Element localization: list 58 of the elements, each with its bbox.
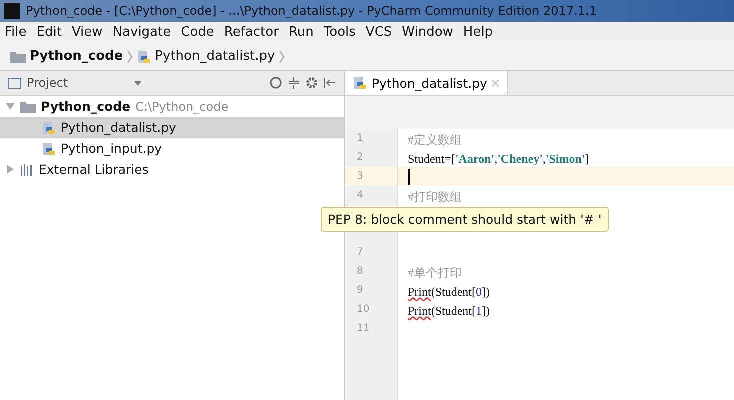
code-line: Print(Student[1]) <box>408 303 490 319</box>
text-cursor <box>408 168 410 184</box>
menu-item[interactable]: Tools <box>324 25 356 40</box>
breadcrumb-item[interactable]: Python_datalist.py <box>155 49 276 64</box>
tree-item-label: Python_input.py <box>61 141 162 156</box>
code-line: Student=['Aaron','Cheney','Simon'] <box>408 151 590 167</box>
code-line: #打印数组 <box>408 188 462 206</box>
hide-panel-icon[interactable] <box>324 77 336 89</box>
line-number: 2 <box>356 151 364 165</box>
tooltip: PEP 8: block comment should start with '# ' <box>321 207 609 232</box>
folder-icon <box>10 50 26 62</box>
code-line: #单个打印 <box>408 264 462 282</box>
menu-item[interactable]: Code <box>181 25 214 40</box>
folder-path: C:\Python_code <box>136 100 229 114</box>
python-file-icon <box>137 50 152 64</box>
menu-item[interactable]: Run <box>288 25 314 40</box>
line-number: 10 <box>356 303 371 317</box>
editor-tab[interactable]: Python_datalist.py <box>345 71 508 95</box>
tree-item[interactable]: Python_datalist.py <box>0 117 344 138</box>
menu-item[interactable]: VCS <box>366 25 392 40</box>
line-number: 4 <box>356 189 364 203</box>
line-number: 9 <box>356 284 364 298</box>
library-icon <box>20 164 34 176</box>
app-logo-icon <box>4 3 20 19</box>
panel-title[interactable]: Project <box>27 76 68 90</box>
collapse-all-icon[interactable] <box>288 77 300 89</box>
line-number: 1 <box>356 132 364 146</box>
line-number: 11 <box>356 322 371 336</box>
line-number: 8 <box>356 265 364 279</box>
menu-item[interactable]: Help <box>463 25 494 40</box>
breadcrumb-item[interactable]: Python_code <box>30 49 124 64</box>
menu-item[interactable]: View <box>72 25 103 40</box>
menu-item[interactable]: Navigate <box>112 25 172 40</box>
python-file-icon <box>42 120 56 134</box>
line-number: 3 <box>345 167 397 186</box>
window-title: Python_code - [C:\Python_code] - ...\Python_datalist.py - PyCharm Community Edition 2017.1.1 <box>26 4 597 18</box>
python-file-icon <box>353 76 367 90</box>
code-line: Print(Student[0]) <box>408 284 490 300</box>
chevron-icon <box>279 50 286 64</box>
tree-item-label: External Libraries <box>39 162 149 177</box>
settings-icon[interactable] <box>306 77 318 89</box>
menu-item[interactable]: Refactor <box>224 25 279 40</box>
dropdown-arrow-icon[interactable] <box>134 80 142 86</box>
tree-item[interactable]: Python_code C:\Python_code <box>0 96 344 117</box>
tree-item[interactable]: Python_input.py <box>0 138 344 159</box>
menu-item[interactable]: Window <box>402 25 454 40</box>
locate-icon[interactable] <box>270 77 282 89</box>
menu-item[interactable]: File <box>5 25 27 40</box>
tree-item[interactable]: External Libraries <box>0 159 344 180</box>
line-number: 7 <box>356 246 364 260</box>
folder-icon <box>20 100 36 112</box>
python-file-icon <box>42 142 56 156</box>
code-line: #定义数组 <box>408 132 462 148</box>
menu-item[interactable]: Edit <box>36 25 62 40</box>
chevron-icon <box>127 50 134 64</box>
tree-item-label: Python_datalist.py <box>61 120 176 135</box>
project-icon <box>8 78 21 88</box>
tree-item-label: Python_code <box>41 99 131 114</box>
